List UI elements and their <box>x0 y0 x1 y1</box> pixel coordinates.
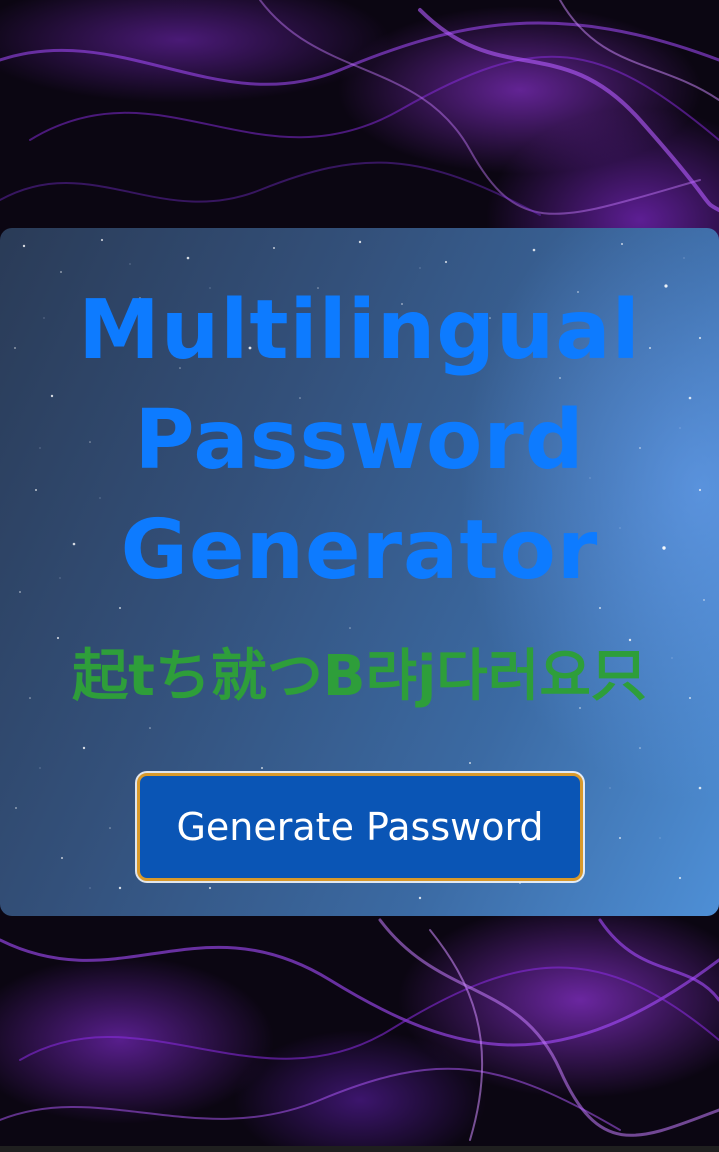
generated-password: 起tち就つB랴j다러요只 <box>72 644 647 709</box>
generator-card: Multilingual Password Generator 起tち就つB랴j… <box>0 228 719 916</box>
system-bottom-bar <box>0 1146 719 1152</box>
generate-password-button[interactable]: Generate Password <box>137 773 583 881</box>
page-title: Multilingual Password Generator <box>78 283 641 598</box>
